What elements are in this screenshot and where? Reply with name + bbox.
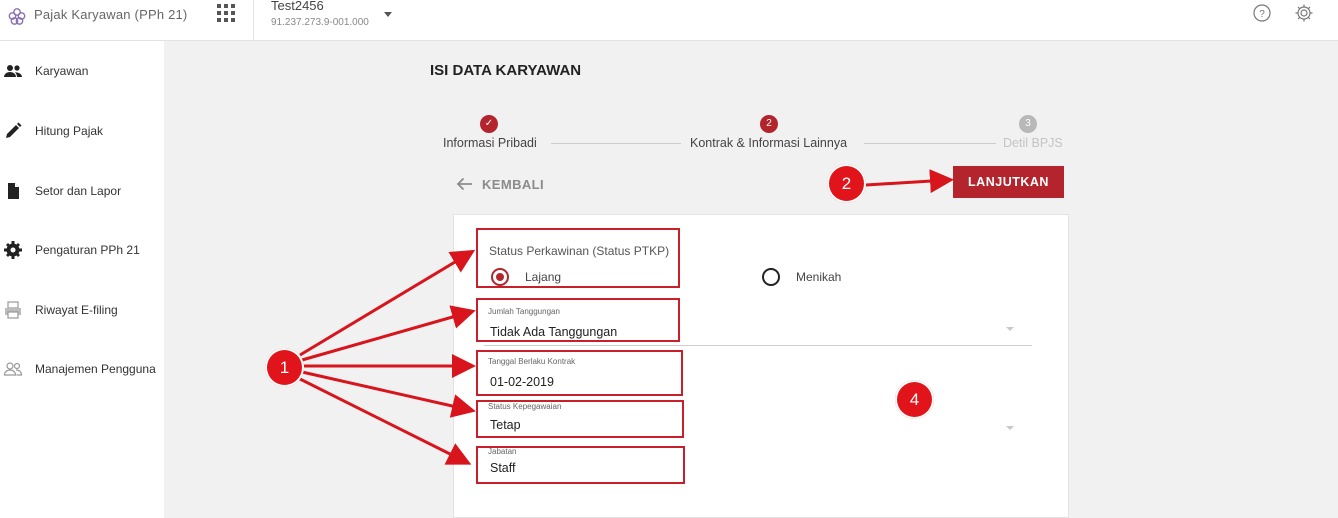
header-divider	[253, 0, 254, 41]
highlight-box-employment-status	[476, 400, 684, 438]
step-done-check-icon: ✓	[480, 115, 498, 133]
printer-icon	[5, 301, 21, 319]
highlight-box-contract-date	[476, 350, 683, 396]
gear-icon	[4, 241, 22, 259]
page-title: ISI DATA KARYAWAN	[430, 62, 582, 79]
employment-status-dropdown-icon[interactable]	[1006, 426, 1014, 430]
sidebar-item-label: Karyawan	[35, 64, 89, 78]
svg-text:?: ?	[1259, 9, 1265, 20]
sidebar-item-label: Hitung Pajak	[35, 124, 104, 138]
pencil-icon	[6, 122, 22, 138]
apps-grid-icon[interactable]	[217, 4, 235, 22]
sidebar-item-setor-lapor[interactable]: Setor dan Lapor	[0, 171, 164, 211]
continue-button[interactable]: LANJUTKAN	[953, 166, 1064, 198]
sidebar-item-riwayat[interactable]: Riwayat E-filing	[0, 290, 164, 330]
step-label-detil-bpjs[interactable]: Detil BPJS	[1003, 136, 1063, 150]
sidebar-item-label: Riwayat E-filing	[35, 303, 118, 317]
back-button[interactable]: KEMBALI	[456, 173, 544, 195]
sidebar-item-karyawan[interactable]: Karyawan	[0, 51, 164, 91]
highlight-box-dependents	[476, 298, 680, 342]
dependents-dropdown-icon[interactable]	[1006, 327, 1014, 331]
sidebar-item-label: Pengaturan PPh 21	[35, 243, 140, 257]
annotation-marker-1: 1	[265, 348, 304, 387]
step-connector	[864, 143, 996, 144]
company-dropdown-icon[interactable]	[384, 12, 392, 17]
sidebar-item-label: Manajemen Pengguna	[35, 362, 156, 376]
radio-menikah[interactable]	[762, 268, 780, 286]
annotation-marker-2: 2	[827, 164, 866, 203]
step-connector	[551, 143, 681, 144]
sidebar-item-pengaturan[interactable]: Pengaturan PPh 21	[0, 230, 164, 270]
company-npwp: 91.237.273.9-001.000	[271, 17, 369, 28]
step-label-informasi-pribadi[interactable]: Informasi Pribadi	[443, 136, 537, 150]
sidebar: Karyawan Hitung Pajak Setor dan Lapor Pe…	[0, 41, 164, 518]
sidebar-item-hitung-pajak[interactable]: Hitung Pajak	[0, 111, 164, 151]
radio-menikah-label[interactable]: Menikah	[796, 270, 841, 284]
highlight-box-marital	[476, 228, 680, 288]
sidebar-item-label: Setor dan Lapor	[35, 184, 122, 198]
dependents-underline	[484, 345, 1032, 346]
people-icon	[4, 65, 22, 77]
step-label-kontrak[interactable]: Kontrak & Informasi Lainnya	[690, 136, 847, 150]
top-bar: Pajak Karyawan (PPh 21) Test2456 91.237.…	[0, 0, 1338, 41]
annotation-marker-4: 4	[895, 380, 934, 419]
document-icon	[8, 183, 19, 199]
app-name: Pajak Karyawan (PPh 21)	[34, 7, 188, 22]
settings-gear-icon[interactable]	[1294, 3, 1314, 23]
arrow-left-icon	[456, 177, 472, 191]
step-number-2: 2	[760, 115, 778, 133]
highlight-box-position	[476, 446, 685, 484]
sidebar-item-manajemen[interactable]: Manajemen Pengguna	[0, 349, 164, 389]
back-button-label: KEMBALI	[482, 176, 545, 192]
step-number-3: 3	[1019, 115, 1037, 133]
users-icon	[3, 362, 23, 376]
company-name[interactable]: Test2456	[271, 0, 324, 13]
help-icon[interactable]: ?	[1253, 4, 1271, 22]
app-logo-icon	[8, 8, 26, 25]
